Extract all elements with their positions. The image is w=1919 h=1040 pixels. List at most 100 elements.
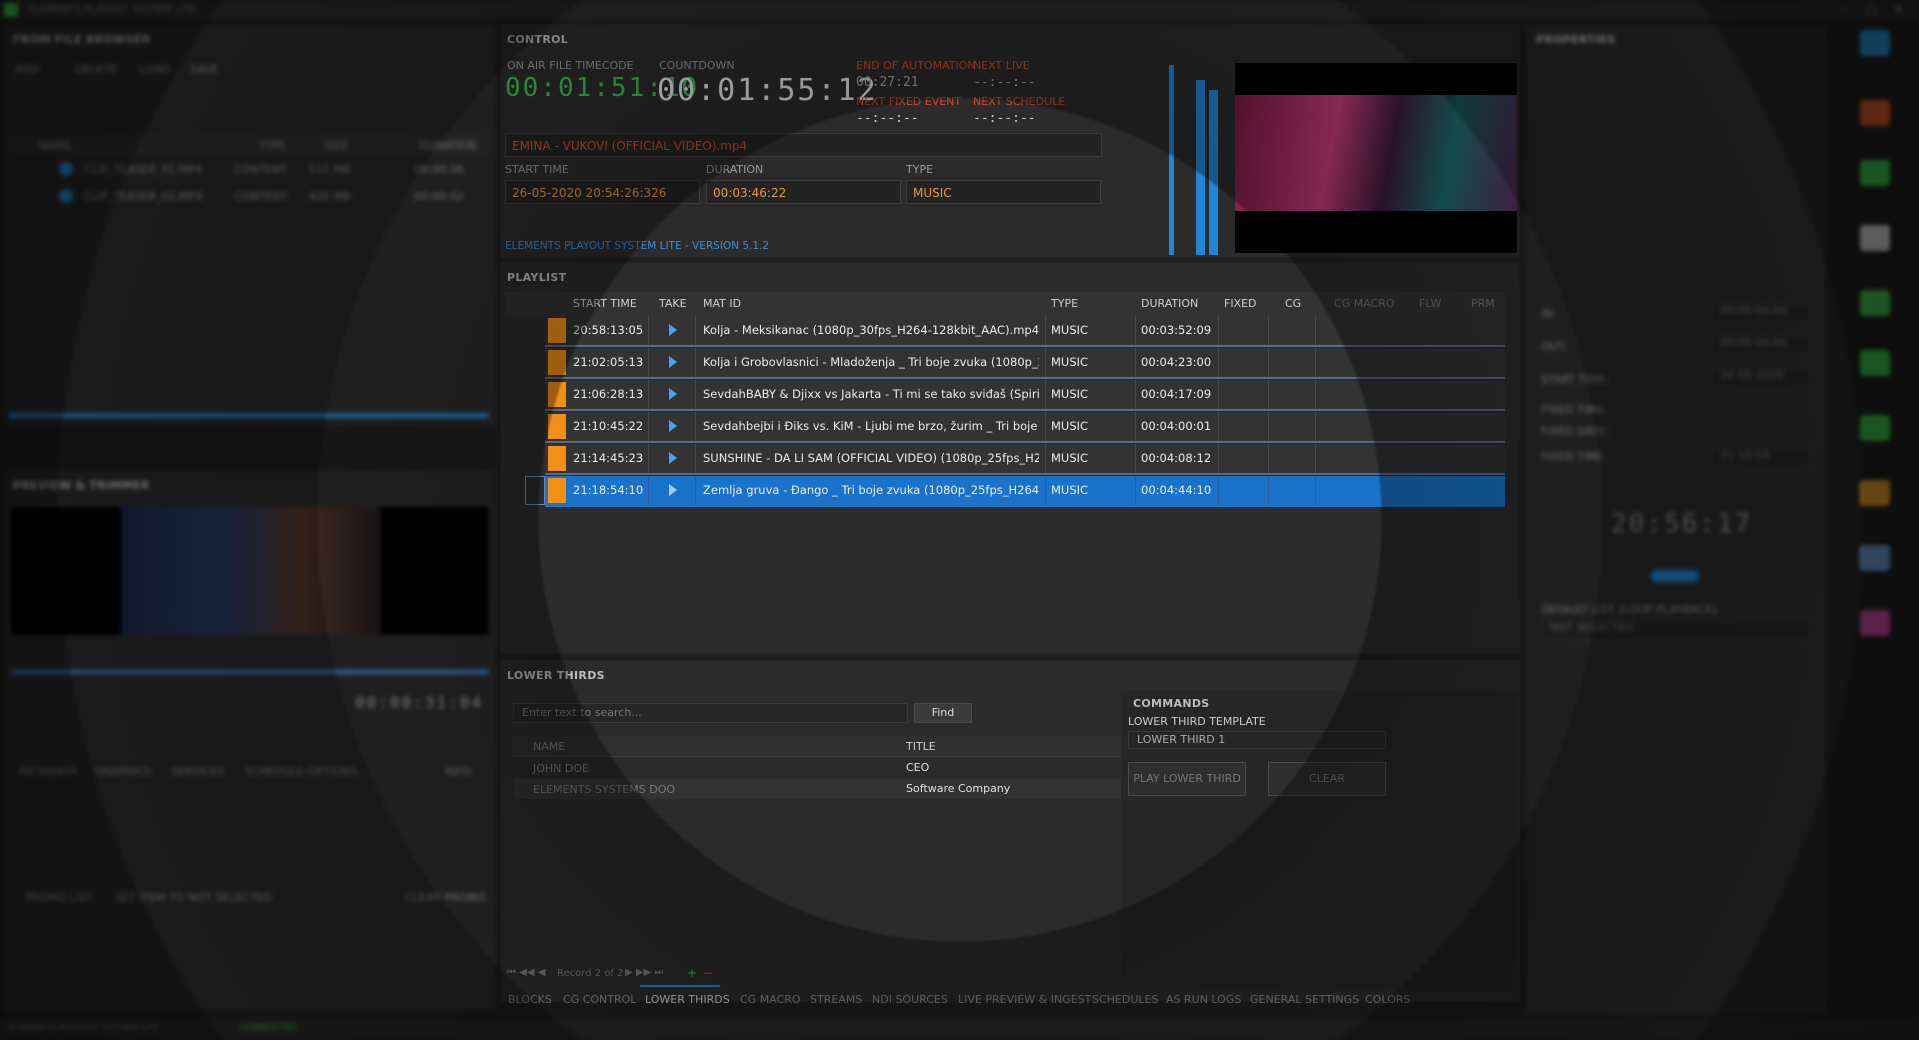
playlist-header: START TIME TAKE MAT ID TYPE DURATION FIX… (505, 292, 1505, 316)
lower-thirds-panel: LOWER THIRDS Enter text to search... Fin… (500, 660, 1520, 1002)
preview-timecode: 00:00:31:04 (355, 693, 483, 712)
col-take[interactable]: TAKE (659, 297, 687, 310)
tab-colors[interactable]: COLORS (1365, 993, 1410, 1006)
first-record-icon[interactable]: ⏮ ◀◀ ◀ (507, 967, 545, 978)
commands-title: COMMANDS (1133, 697, 1210, 710)
toolbar-load[interactable]: LOAD (140, 63, 170, 76)
clear-promo-button[interactable]: CLEAR PROMO (405, 891, 486, 904)
toolbar-save[interactable]: SAVE (190, 63, 218, 76)
col-size: SIZE (324, 139, 349, 152)
tab-cg-control[interactable]: CG CONTROL (563, 993, 636, 1006)
playlist-row-selected[interactable]: 21:18:54:10 Zemlja gruva - Đango _ Tri b… (525, 476, 1505, 507)
properties-clock: 20:56:17 (1611, 509, 1753, 539)
col-cg-macro[interactable]: CG MACRO (1334, 297, 1395, 310)
stream-icon[interactable] (1860, 30, 1890, 56)
col-fixed[interactable]: FIXED (1224, 297, 1257, 310)
tab-blocks[interactable]: BLOCKS (508, 993, 552, 1006)
camera-icon[interactable] (1860, 225, 1890, 251)
properties-toggle[interactable] (1651, 570, 1699, 582)
tab-metadata[interactable]: METADATA (19, 765, 77, 778)
version-text: ELEMENTS PLAYOUT SYSTEM LITE - VERSION 5… (505, 240, 770, 252)
playlist-row[interactable]: 21:14:45:23 SUNSHINE - DA LI SAM (OFFICI… (545, 444, 1505, 475)
add-record-icon[interactable]: + (687, 966, 697, 980)
type-label: TYPE (906, 163, 934, 176)
lower-third-row[interactable]: ELEMENTS SYSTEMS DOO Software Company (513, 779, 1125, 799)
toolbar-delete[interactable]: DELETE (75, 63, 117, 76)
file-browser-title: FROM FILE BROWSER (13, 33, 151, 46)
chart-icon[interactable] (1860, 415, 1890, 441)
grid-icon[interactable] (1860, 610, 1890, 636)
take-icon[interactable] (669, 356, 677, 368)
file-icon (59, 189, 73, 203)
chat-icon[interactable] (1860, 160, 1890, 186)
take-icon[interactable] (669, 420, 677, 432)
tab-services[interactable]: SERVICES (171, 765, 224, 778)
tab-general-settings[interactable]: GENERAL SETTINGS (1250, 993, 1359, 1006)
file-row[interactable]: CLIP_TEASER_01.mp4 CONTENT 512 MB 00:00:… (9, 158, 489, 180)
tab-streams[interactable]: STREAMS (810, 993, 862, 1006)
title-bar: ELEMENTS PLAYOUT SYSTEM LITE ─ □ ✕ (0, 0, 1919, 20)
playlist-row[interactable]: 20:58:13:05 Kolja - Meksikanac (1080p_30… (545, 316, 1505, 347)
next-live-value: --:--:-- (973, 75, 1036, 90)
location-pin-icon[interactable] (1860, 290, 1890, 316)
properties-panel: PROPERTIES IN: OUT: START TIME: FIXED TI… (1525, 24, 1827, 1016)
upload-icon[interactable] (1860, 350, 1890, 376)
play-lower-third-button[interactable]: PLAY LOWER THIRD (1128, 762, 1246, 796)
playlist-row[interactable]: 21:10:45:22 Sevdahbejbi i Điks vs. KiM -… (545, 412, 1505, 443)
tab-info[interactable]: INFO (445, 765, 471, 778)
playlist-row[interactable]: 21:06:28:13 SevdahBABY & Djixx vs Jakart… (545, 380, 1505, 411)
tab-schedules[interactable]: SCHEDULES (1092, 993, 1158, 1006)
template-select[interactable]: LOWER THIRD 1 (1128, 731, 1386, 749)
playlist-row[interactable]: 21:02:05:13 Kolja i Grobovlasnici - Mlad… (545, 348, 1505, 379)
remove-record-icon[interactable]: − (703, 966, 713, 980)
tab-as-run-logs[interactable]: AS RUN LOGS (1166, 993, 1241, 1006)
tab-graphics[interactable]: GRAPHICS (95, 765, 151, 778)
tab-live-preview[interactable]: LIVE PREVIEW & INGEST (958, 993, 1091, 1006)
take-icon[interactable] (669, 484, 677, 496)
col-prm[interactable]: PRM (1471, 297, 1495, 310)
row-status-marker (548, 446, 566, 471)
col-start-time[interactable]: START TIME (573, 297, 637, 310)
preview-title: PREVIEW & TRIMMER (13, 479, 150, 492)
tab-schedule-options[interactable]: SCHEDULE OPTIONS (245, 765, 357, 778)
promo-list-button[interactable]: PROMO LIST (25, 891, 93, 904)
close-button[interactable]: ✕ (1894, 2, 1904, 16)
monitor-icon[interactable] (1860, 545, 1890, 571)
next-schedule-label: NEXT SCHEDULE (973, 95, 1066, 108)
color-palette-icon[interactable] (1860, 100, 1890, 126)
current-file-field: EMINA - VUKOVI (OFFICIAL VIDEO).mp4 (505, 133, 1102, 157)
playlist-title: PLAYLIST (507, 271, 567, 284)
take-icon[interactable] (669, 452, 677, 464)
col-flw[interactable]: FLW (1419, 297, 1441, 310)
clear-button[interactable]: CLEAR (1268, 762, 1386, 796)
row-status-marker (548, 414, 566, 439)
preview-timeline[interactable] (11, 669, 489, 675)
tab-cg-macro[interactable]: CG MACRO (740, 993, 801, 1006)
lower-thirds-search-input[interactable]: Enter text to search... (513, 703, 908, 723)
status-bar: ELEMENTS PLAYOUT SYSTEM LITE CONNECTED (0, 1018, 1919, 1040)
col-type: TYPE (259, 139, 287, 152)
paint-icon[interactable] (1860, 480, 1890, 506)
find-button[interactable]: Find (914, 703, 972, 723)
active-tab-underline (640, 985, 720, 987)
row-status-marker (548, 478, 566, 503)
toolbar-add[interactable]: ADD (15, 63, 39, 76)
start-time-field: 26-05-2020 20:54:26:326 (505, 180, 700, 204)
lower-third-row[interactable]: JOHN DOE CEO (513, 758, 1125, 778)
col-mat-id[interactable]: MAT ID (703, 297, 741, 310)
tab-lower-thirds[interactable]: LOWER THIRDS (645, 993, 730, 1006)
col-cg[interactable]: CG (1285, 297, 1301, 310)
set-not-selected-button[interactable]: SET ITEM TO NOT SELECTED (115, 891, 272, 904)
next-schedule-value: --:--:-- (973, 111, 1036, 126)
file-row[interactable]: CLIP_TEASER_02.mp4 CONTENT 420 MB 00:00:… (9, 185, 489, 207)
end-automation-value: 00:27:21 (856, 75, 919, 90)
col-type[interactable]: TYPE (1051, 297, 1078, 310)
take-icon[interactable] (669, 324, 677, 336)
control-title: CONTROL (507, 33, 569, 46)
take-icon[interactable] (669, 388, 677, 400)
maximize-button[interactable]: □ (1866, 2, 1877, 16)
col-duration[interactable]: DURATION (1141, 297, 1198, 310)
next-record-icon[interactable]: ▶ ▶▶ ⏭ (625, 967, 663, 978)
minimize-button[interactable]: ─ (1840, 2, 1847, 16)
tab-ndi-sources[interactable]: NDI SOURCES (872, 993, 948, 1006)
